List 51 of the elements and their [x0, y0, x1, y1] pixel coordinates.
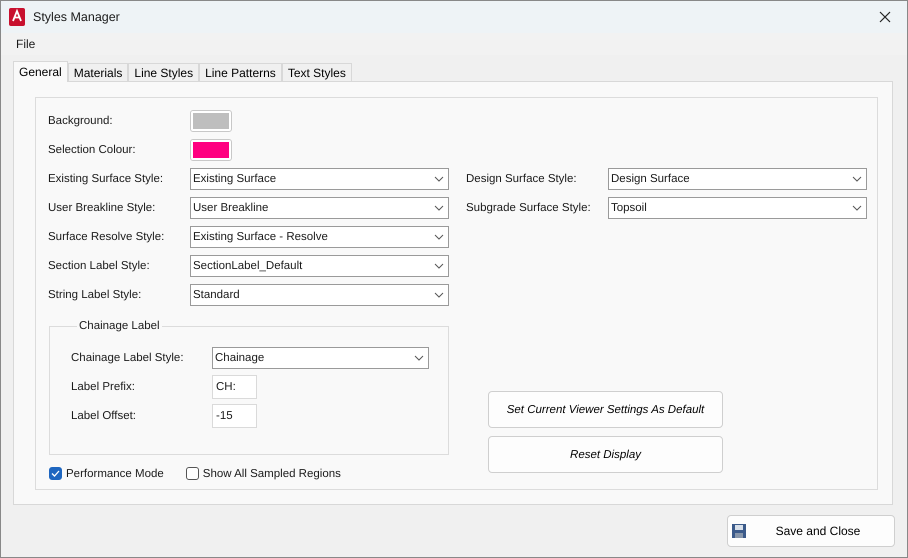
- chevron-down-icon: [852, 205, 862, 211]
- tab[interactable]: General: [13, 61, 68, 82]
- chevron-down-icon: [414, 355, 424, 361]
- chevron-down-icon: [434, 263, 444, 269]
- close-icon: [879, 11, 891, 23]
- dropdown[interactable]: Standard: [190, 284, 449, 306]
- chevron-down-icon: [434, 176, 444, 182]
- tab[interactable]: Line Patterns: [199, 63, 282, 81]
- field-label: User Breakline Style:: [48, 202, 156, 214]
- tab[interactable]: Text Styles: [282, 63, 352, 81]
- field-label: Selection Colour:: [48, 144, 137, 156]
- input-field[interactable]: -15: [212, 404, 257, 428]
- tab[interactable]: Line Styles: [128, 63, 200, 81]
- colour-swatch[interactable]: [190, 110, 232, 132]
- action-button[interactable]: Set Current Viewer Settings As Default: [488, 391, 723, 428]
- checkmark-icon: [51, 470, 60, 477]
- checkbox-label: Performance Mode: [66, 468, 164, 480]
- field-label: Design Surface Style:: [466, 173, 578, 185]
- dropdown[interactable]: SectionLabel_Default: [190, 255, 449, 277]
- checkbox-label: Show All Sampled Regions: [202, 468, 341, 480]
- chevron-down-icon: [434, 292, 444, 298]
- dropdown[interactable]: Existing Surface - Resolve: [190, 226, 449, 248]
- chevron-down-icon: [434, 234, 444, 240]
- field-label: Label Prefix:: [71, 381, 136, 393]
- checkbox[interactable]: [49, 467, 62, 480]
- field-label: Background:: [48, 115, 114, 127]
- field-label: String Label Style:: [48, 289, 142, 301]
- field-label: Existing Surface Style:: [48, 173, 164, 185]
- app-logo-icon: [9, 8, 25, 26]
- input-field[interactable]: CH:: [212, 375, 257, 399]
- checkbox[interactable]: [186, 467, 199, 480]
- save-icon: [732, 524, 746, 538]
- dropdown[interactable]: Chainage: [212, 347, 429, 369]
- field-label: Section Label Style:: [48, 260, 151, 272]
- window-title: Styles Manager: [33, 10, 121, 24]
- chevron-down-icon: [852, 176, 862, 182]
- field-label: Chainage Label Style:: [71, 352, 185, 364]
- save-and-close-button[interactable]: Save and Close: [727, 515, 895, 547]
- tab[interactable]: Materials: [68, 63, 128, 81]
- dropdown[interactable]: Design Surface: [608, 168, 867, 190]
- field-label: Surface Resolve Style:: [48, 231, 166, 243]
- colour-swatch[interactable]: [190, 139, 232, 161]
- dropdown[interactable]: Existing Surface: [190, 168, 449, 190]
- dropdown[interactable]: Topsoil: [608, 197, 867, 219]
- dropdown[interactable]: User Breakline: [190, 197, 449, 219]
- field-label: Label Offset:: [71, 410, 137, 422]
- action-button[interactable]: Reset Display: [488, 436, 723, 473]
- menu-item[interactable]: File: [9, 37, 42, 51]
- chevron-down-icon: [434, 205, 444, 211]
- field-label: Subgrade Surface Style:: [466, 202, 592, 214]
- group-title: Chainage Label: [78, 320, 161, 332]
